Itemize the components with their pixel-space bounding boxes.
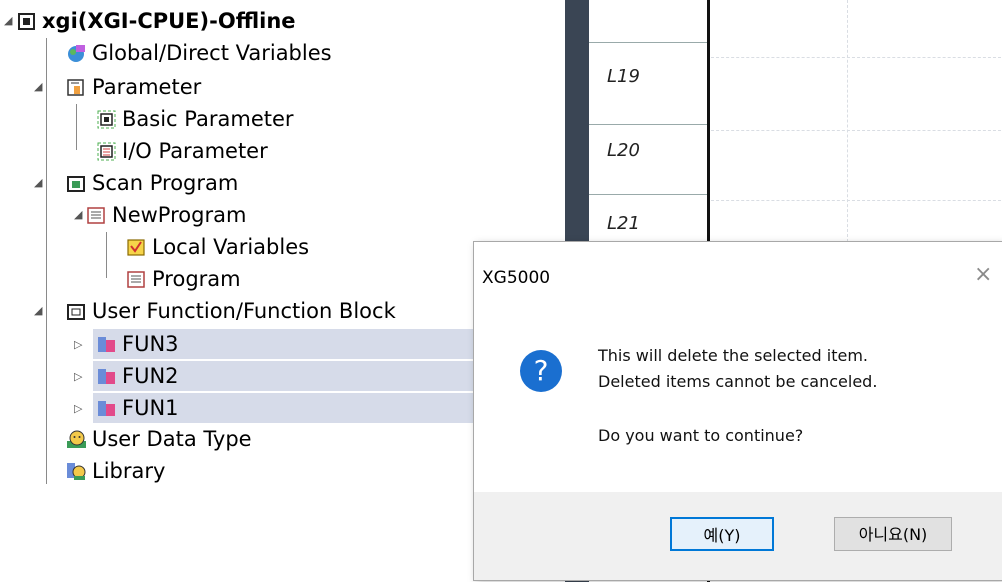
rung-label: L19 [607,66,640,87]
tree-label: Library [92,459,166,483]
tree-item-local-variables[interactable]: Local Variables [126,232,309,262]
tree-item-program[interactable]: Program [126,264,241,294]
tree-item-root[interactable]: xgi(XGI-CPUE)-Offline [16,6,296,36]
tree-label: I/O Parameter [122,139,268,163]
project-tree: ◢ xgi(XGI-CPUE)-Offline Global/Direct Va… [0,0,480,582]
rung-label: L20 [607,140,640,161]
tree-label: User Data Type [92,427,252,451]
no-button[interactable]: 아니요(N) [834,517,952,551]
tree-label: Basic Parameter [122,107,294,131]
rung-separator [589,124,707,125]
user-data-type-icon [66,429,87,450]
question-icon: ? [520,350,562,392]
grid-line [711,57,1001,58]
tree-item-io-parameter[interactable]: I/O Parameter [96,136,268,166]
plc-icon [16,11,37,32]
tree-item-parameter[interactable]: Parameter [66,72,201,102]
tree-line [106,232,107,278]
expand-arrow-icon[interactable]: ▷ [74,330,82,360]
dialog-message-question: Do you want to continue? [598,426,804,445]
tree-label: xgi(XGI-CPUE)-Offline [42,9,296,33]
grid-line [847,0,848,242]
tree-label: Local Variables [152,235,310,259]
expand-arrow-icon[interactable]: ▷ [74,362,82,392]
program-icon [126,269,147,290]
io-parameter-icon [96,141,117,162]
globe-icon [66,43,87,64]
tree-label: FUN2 [122,364,179,388]
tree-item-scan-program[interactable]: Scan Program [66,168,238,198]
expand-arrow-icon[interactable]: ◢ [34,296,42,326]
basic-parameter-icon [96,109,117,130]
tree-item-user-data-type[interactable]: User Data Type [66,424,252,454]
tree-label: User Function/Function Block [92,299,396,323]
expand-arrow-icon[interactable]: ◢ [34,168,42,198]
tree-label: FUN3 [122,332,179,356]
tree-label: Scan Program [92,171,239,195]
dialog-message-line1: This will delete the selected item. [598,346,868,365]
program-icon [86,205,107,226]
tree-item-fun2[interactable]: FUN2 [96,361,179,391]
function-icon [96,366,117,387]
tree-item-new-program[interactable]: NewProgram [86,200,246,230]
tree-item-fun3[interactable]: FUN3 [96,329,179,359]
tree-label: FUN1 [122,396,179,420]
expand-arrow-icon[interactable]: ◢ [34,72,42,102]
scan-program-icon [66,173,87,194]
grid-line [711,130,1001,131]
tree-label: Program [152,267,241,291]
tree-item-global-variables[interactable]: Global/Direct Variables [66,38,332,68]
tree-item-basic-parameter[interactable]: Basic Parameter [96,104,294,134]
function-block-icon [66,301,87,322]
tree-item-library[interactable]: Library [66,456,165,486]
expand-arrow-icon[interactable]: ◢ [74,200,82,230]
library-icon [66,461,87,482]
function-icon [96,334,117,355]
dialog-title: XG5000 [482,268,551,288]
close-icon[interactable]: × [974,262,992,287]
yes-button[interactable]: 예(Y) [670,517,774,551]
dialog-message-line2: Deleted items cannot be canceled. [598,372,878,391]
tree-label: NewProgram [112,203,247,227]
rung-separator [589,42,707,43]
tree-line [46,38,47,484]
rung-separator [589,194,707,195]
grid-line [711,200,1001,201]
rung-label: L21 [607,213,640,234]
local-variables-icon [126,237,147,258]
confirm-dialog: XG5000 × ? This will delete the selected… [474,242,1002,580]
tree-item-user-function[interactable]: User Function/Function Block [66,296,396,326]
tree-item-fun1[interactable]: FUN1 [96,393,179,423]
parameter-icon [66,77,87,98]
expand-arrow-icon[interactable]: ▷ [74,394,82,424]
function-icon [96,398,117,419]
tree-line [76,104,77,150]
tree-label: Parameter [92,75,202,99]
expand-arrow-icon[interactable]: ◢ [4,6,12,36]
tree-label: Global/Direct Variables [92,41,332,65]
